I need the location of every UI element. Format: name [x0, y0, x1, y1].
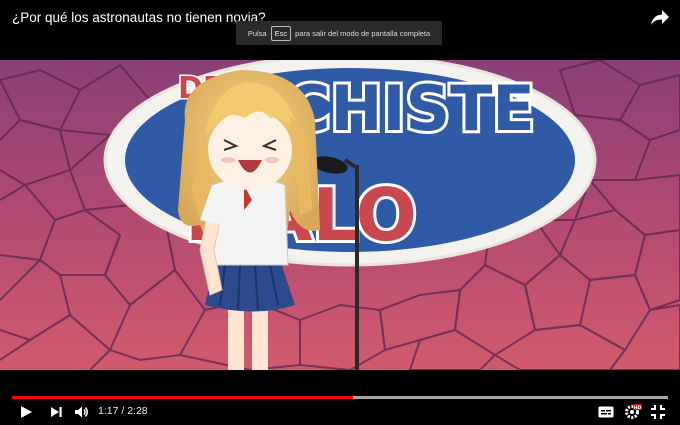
notice-prefix: Pulsa: [247, 28, 267, 38]
volume-icon[interactable]: [72, 402, 92, 422]
exit-fullscreen-icon[interactable]: [648, 402, 668, 422]
esc-key-badge: Esc: [270, 25, 292, 41]
time-display: 1:17 / 2:28: [98, 405, 148, 417]
subtitles-icon[interactable]: [596, 402, 616, 422]
progress-played: [12, 396, 354, 399]
share-icon[interactable]: [650, 8, 670, 26]
notice-suffix: para salir del modo de pantalla completa: [295, 28, 431, 38]
next-icon[interactable]: [46, 402, 66, 422]
player-controls: 1:17 / 2:28 HD: [0, 400, 680, 425]
play-icon[interactable]: [16, 402, 36, 422]
settings-icon[interactable]: HD: [622, 402, 644, 422]
progress-bar[interactable]: [12, 396, 668, 399]
video-frame[interactable]: DEL CHISTE MALO: [0, 60, 680, 370]
video-player[interactable]: DEL CHISTE MALO: [0, 0, 680, 425]
video-title[interactable]: ¿Por qué los astronautas no tienen novia…: [12, 10, 266, 25]
fullscreen-exit-notice: Pulsa Esc para salir del modo de pantall…: [236, 21, 442, 45]
hd-badge: HD: [634, 405, 642, 411]
sign-line1-text: CHISTE: [285, 72, 535, 145]
